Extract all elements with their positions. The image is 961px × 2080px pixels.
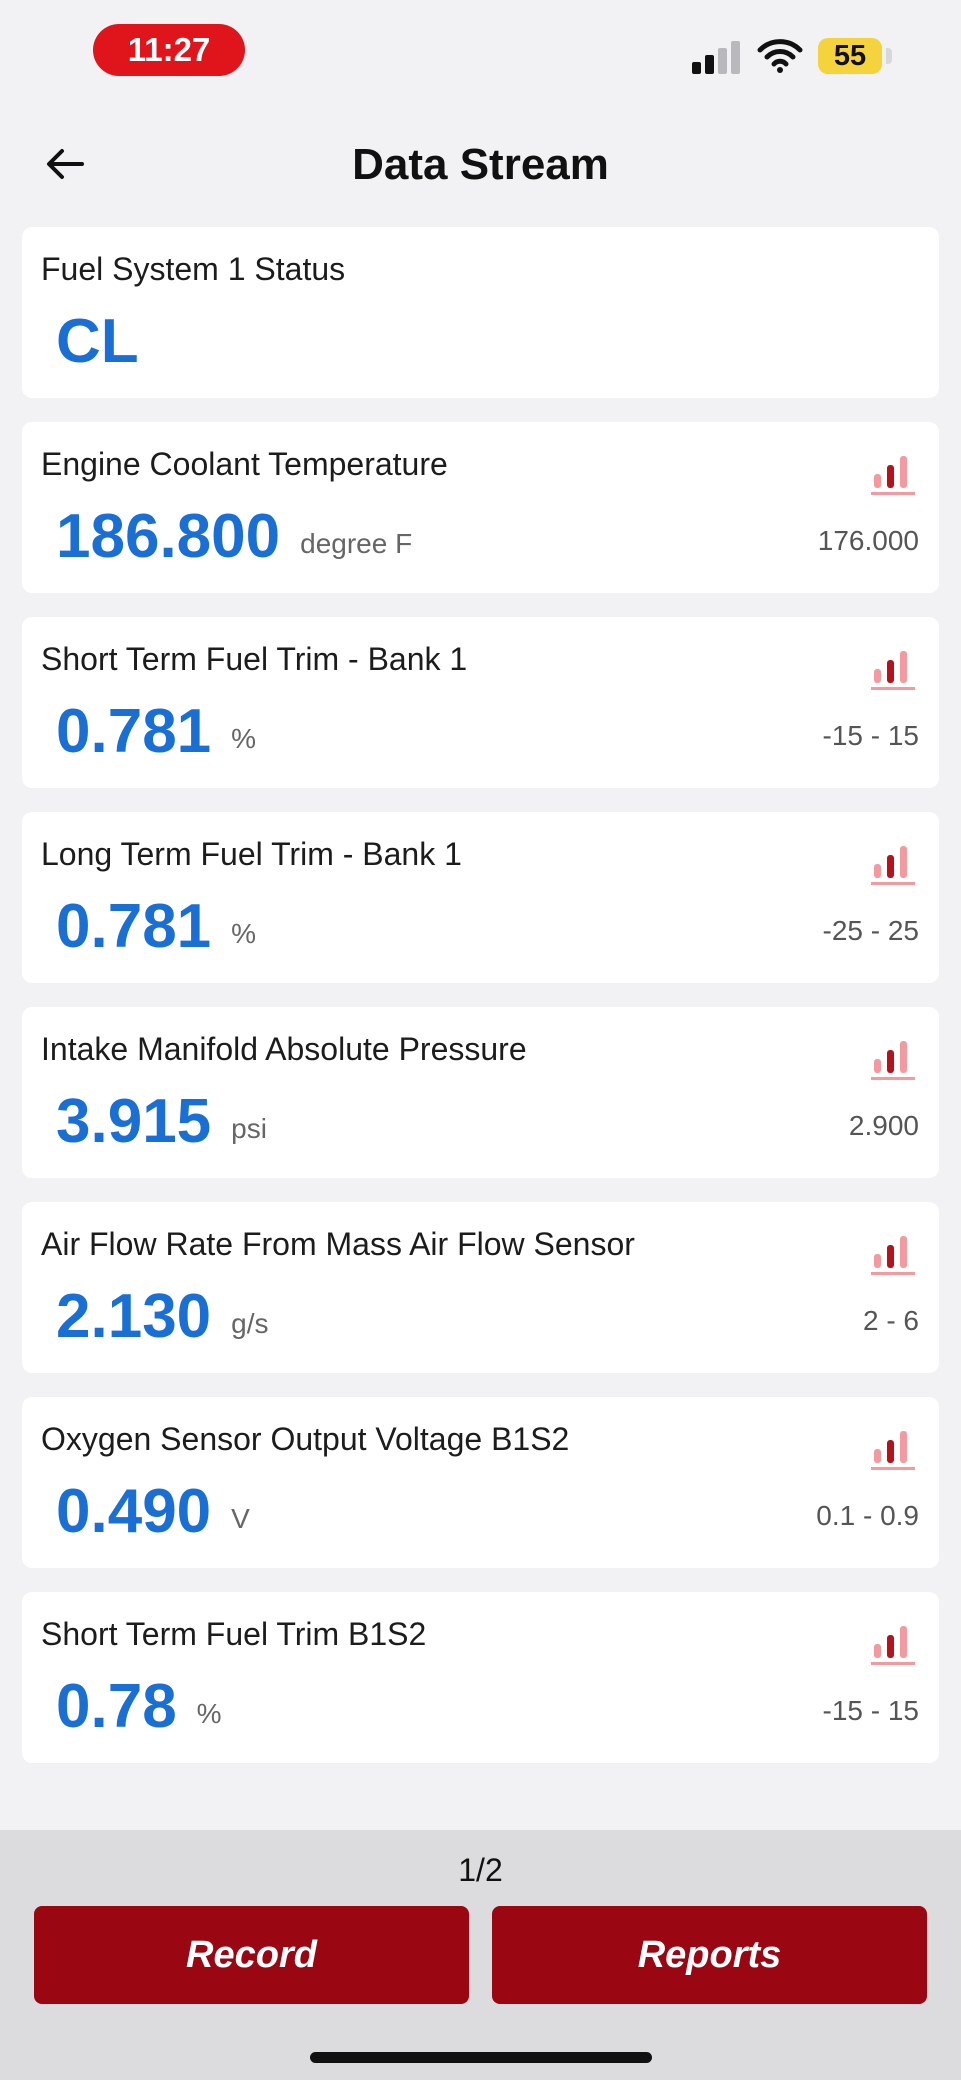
item-name: Short Term Fuel Trim - Bank 1 bbox=[41, 641, 468, 677]
item-name: Engine Coolant Temperature bbox=[41, 446, 448, 482]
item-name: Long Term Fuel Trim - Bank 1 bbox=[41, 836, 462, 872]
data-stream-list: Fuel System 1 Status CL Engine Coolant Tem… bbox=[22, 227, 939, 1787]
item-value: 0.490 bbox=[56, 1477, 212, 1546]
graph-icon[interactable] bbox=[871, 1622, 915, 1666]
item-value-group: 186.800 degree F bbox=[56, 506, 412, 568]
graph-icon[interactable] bbox=[871, 452, 915, 496]
home-indicator[interactable] bbox=[310, 2052, 652, 2063]
item-name: Air Flow Rate From Mass Air Flow Sensor bbox=[41, 1226, 635, 1262]
data-item-card[interactable]: Long Term Fuel Trim - Bank 1 0.781% -25 - … bbox=[22, 812, 939, 983]
graph-icon[interactable] bbox=[871, 842, 915, 886]
item-unit: % bbox=[231, 918, 257, 949]
item-unit: % bbox=[231, 723, 257, 754]
item-name: Intake Manifold Absolute Pressure bbox=[41, 1031, 527, 1067]
item-value: 3.915 bbox=[56, 1087, 212, 1156]
data-item-card[interactable]: Short Term Fuel Trim - Bank 1 0.781% -15 -… bbox=[22, 617, 939, 788]
data-item-card[interactable]: Engine Coolant Temperature 186.800 degree … bbox=[22, 422, 939, 593]
signal-icon bbox=[692, 40, 742, 74]
item-value-group: 3.915 psi bbox=[56, 1091, 267, 1153]
item-range: -15 - 15 bbox=[822, 720, 920, 751]
item-value: 186.800 bbox=[56, 502, 281, 571]
back-arrow-icon[interactable] bbox=[42, 140, 90, 188]
item-value: 0.781 bbox=[56, 892, 212, 961]
graph-icon[interactable] bbox=[871, 1427, 915, 1471]
item-value: 2.130 bbox=[56, 1282, 212, 1351]
bottom-panel: 1/2 Record Reports bbox=[0, 1830, 961, 2080]
record-button[interactable]: Record bbox=[34, 1906, 469, 2004]
item-value-group: 0.781% bbox=[56, 896, 256, 958]
item-value: 0.78 bbox=[56, 1672, 177, 1741]
reports-button[interactable]: Reports bbox=[492, 1906, 927, 2004]
item-unit: g/s bbox=[231, 1308, 269, 1339]
item-value-group: 0.78% bbox=[56, 1676, 222, 1738]
item-name: Short Term Fuel Trim B1S2 bbox=[41, 1616, 427, 1652]
item-range: 176.000 bbox=[817, 525, 919, 556]
data-item-card[interactable]: Air Flow Rate From Mass Air Flow Sensor 2… bbox=[22, 1202, 939, 1373]
item-value: CL bbox=[56, 307, 139, 376]
item-value-group: CL bbox=[56, 311, 139, 373]
item-range: -25 - 25 bbox=[822, 915, 920, 946]
graph-icon[interactable] bbox=[871, 1232, 915, 1276]
item-unit: % bbox=[196, 1698, 222, 1729]
data-item-card[interactable]: Short Term Fuel Trim B1S2 0.78% -15 - 15 bbox=[22, 1592, 939, 1763]
item-value-group: 0.490 V bbox=[56, 1481, 250, 1543]
item-unit: degree F bbox=[300, 528, 413, 559]
item-name: Fuel System 1 Status bbox=[41, 251, 346, 287]
data-item-card[interactable]: Fuel System 1 Status CL bbox=[22, 227, 939, 398]
item-range: -15 - 15 bbox=[822, 1695, 920, 1726]
nav-bar: Data Stream bbox=[0, 110, 961, 220]
item-value-group: 0.781% bbox=[56, 701, 256, 763]
item-range: 2.900 bbox=[848, 1110, 919, 1141]
wifi-icon bbox=[757, 39, 803, 73]
graph-icon[interactable] bbox=[871, 647, 915, 691]
page-indicator: 1/2 bbox=[458, 1852, 503, 1888]
item-range: 0.1 - 0.9 bbox=[816, 1500, 919, 1531]
item-name: Oxygen Sensor Output Voltage B1S2 bbox=[41, 1421, 570, 1457]
item-value: 0.781 bbox=[56, 697, 212, 766]
data-item-card[interactable]: Intake Manifold Absolute Pressure 3.915 ps… bbox=[22, 1007, 939, 1178]
item-unit: psi bbox=[231, 1113, 267, 1144]
graph-icon[interactable] bbox=[871, 1037, 915, 1081]
status-bar: 11:27 55 bbox=[0, 0, 961, 110]
item-range: 2 - 6 bbox=[862, 1305, 919, 1336]
data-item-card[interactable]: Oxygen Sensor Output Voltage B1S2 0.490 V 0… bbox=[22, 1397, 939, 1568]
item-unit: V bbox=[231, 1503, 250, 1534]
item-value-group: 2.130 g/s bbox=[56, 1286, 269, 1348]
status-time: 11:27 bbox=[93, 24, 245, 76]
battery-icon: 55 bbox=[818, 38, 892, 74]
page-title: Data Stream bbox=[352, 140, 609, 189]
